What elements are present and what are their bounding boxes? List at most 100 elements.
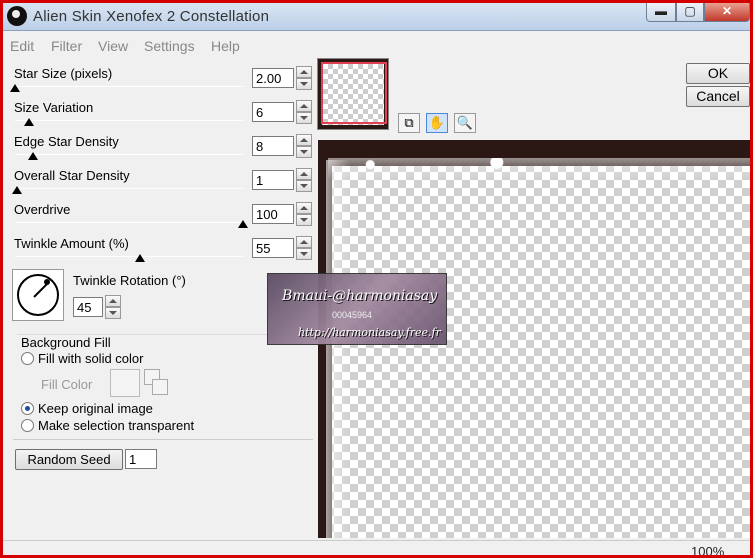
twinkle-rotation-input[interactable]: 45 xyxy=(73,297,103,317)
twinkle-rotation-label: Twinkle Rotation (°) xyxy=(73,273,186,288)
transparent-option[interactable]: Make selection transparent xyxy=(21,418,194,433)
spin-down-icon[interactable] xyxy=(296,248,312,260)
plugin-window: Alien Skin Xenofex 2 Constellation ▬ ▢ ✕… xyxy=(0,0,753,558)
color-swap-icon-back xyxy=(152,379,168,395)
zoom-level: 100% xyxy=(691,544,725,558)
overdrive-input[interactable]: 100 xyxy=(252,204,294,224)
param-label: Edge Star Density xyxy=(14,134,119,149)
maximize-button[interactable]: ▢ xyxy=(676,3,704,22)
radio-solid[interactable] xyxy=(21,352,34,365)
slider-thumb[interactable] xyxy=(10,84,20,92)
slider-track[interactable] xyxy=(15,154,243,155)
spin-down-icon[interactable] xyxy=(296,78,312,90)
param-size-variation: Size Variation 6 xyxy=(11,100,312,134)
title-bar[interactable]: Alien Skin Xenofex 2 Constellation ▬ ▢ ✕ xyxy=(3,3,750,31)
param-label: Twinkle Amount (%) xyxy=(14,236,129,251)
radio-keep[interactable] xyxy=(21,402,34,415)
hand-icon[interactable]: ✋ xyxy=(426,113,448,133)
size-variation-input[interactable]: 6 xyxy=(252,102,294,122)
spin-control[interactable] xyxy=(296,100,312,124)
menu-view[interactable]: View xyxy=(98,38,128,54)
param-star-size: Star Size (pixels) 2.00 xyxy=(10,66,312,100)
param-edge-star-density: Edge Star Density 8 xyxy=(11,134,312,168)
fill-solid-option[interactable]: Fill with solid color xyxy=(21,351,143,366)
param-label: Size Variation xyxy=(14,100,94,115)
spin-up-icon[interactable] xyxy=(296,202,312,214)
spin-control[interactable] xyxy=(296,236,312,260)
slider-thumb[interactable] xyxy=(23,118,34,126)
radio-label: Fill with solid color xyxy=(38,351,144,366)
star-frost-top xyxy=(328,158,750,180)
spin-up-icon[interactable] xyxy=(296,66,312,78)
slider-track[interactable] xyxy=(15,188,243,189)
menu-filter[interactable]: Filter xyxy=(51,38,82,54)
minimize-button[interactable]: ▬ xyxy=(646,3,676,22)
menu-edit[interactable]: Edit xyxy=(10,38,34,54)
spin-down-icon[interactable] xyxy=(296,180,312,192)
spin-up-icon[interactable] xyxy=(296,236,312,248)
spin-down-icon[interactable] xyxy=(105,307,121,319)
alien-skin-logo-icon xyxy=(7,6,27,26)
radio-label: Make selection transparent xyxy=(38,418,195,433)
twinkle-rotation-dial[interactable] xyxy=(12,269,64,321)
slider-thumb[interactable] xyxy=(28,152,39,160)
twinkle-amount-input[interactable]: 55 xyxy=(252,238,294,258)
star-frost-left xyxy=(326,160,350,538)
cancel-button[interactable]: Cancel xyxy=(686,86,750,107)
spin-control[interactable] xyxy=(105,295,121,319)
slider-thumb[interactable] xyxy=(135,254,146,262)
navigator-thumbnail[interactable] xyxy=(317,58,389,130)
window-title: Alien Skin Xenofex 2 Constellation xyxy=(33,8,270,25)
spin-control[interactable] xyxy=(296,168,312,192)
background-fill-group: Background Fill Fill with solid color Fi… xyxy=(17,334,313,438)
menu-settings[interactable]: Settings xyxy=(144,38,195,54)
radio-label: Keep original image xyxy=(38,401,153,416)
spin-control[interactable] xyxy=(296,202,312,226)
thumbnail-frame xyxy=(318,59,388,129)
spin-down-icon[interactable] xyxy=(296,112,312,124)
fill-color-swatch[interactable] xyxy=(110,369,140,397)
slider-track[interactable] xyxy=(15,86,243,87)
star-size-input[interactable]: 2.00 xyxy=(252,68,294,88)
fill-color-label: Fill Color xyxy=(41,377,93,392)
close-button[interactable]: ✕ xyxy=(704,3,750,22)
param-twinkle-amount: Twinkle Amount (%) 55 xyxy=(11,236,312,270)
slider-track[interactable] xyxy=(15,256,243,257)
slider-thumb[interactable] xyxy=(238,220,248,228)
watermark-line1: Bmaui-@harmoniasay xyxy=(282,288,438,304)
spin-up-icon[interactable] xyxy=(105,295,121,307)
magnifier-icon[interactable]: 🔍 xyxy=(454,113,476,133)
watermark-line2: 00045964 xyxy=(332,310,373,320)
spin-control[interactable] xyxy=(296,134,312,158)
param-overall-star-density: Overall Star Density 1 xyxy=(11,168,312,202)
spin-down-icon[interactable] xyxy=(296,214,312,226)
preview-compare-icon[interactable]: ⧉ xyxy=(398,113,420,133)
slider-thumb[interactable] xyxy=(12,186,23,194)
watermark-logo: Bmaui-@harmoniasay 00045964 http://harmo… xyxy=(267,273,447,345)
dial-handle[interactable] xyxy=(44,279,50,285)
group-title: Background Fill xyxy=(21,335,111,350)
spin-down-icon[interactable] xyxy=(296,146,312,158)
overall-star-density-input[interactable]: 1 xyxy=(252,170,294,190)
random-seed-input[interactable]: 1 xyxy=(125,449,157,469)
radio-transparent[interactable] xyxy=(21,419,34,432)
random-seed-button[interactable]: Random Seed xyxy=(15,449,123,470)
ok-button[interactable]: OK xyxy=(686,63,750,84)
spin-up-icon[interactable] xyxy=(296,134,312,146)
slider-track[interactable] xyxy=(15,120,243,121)
spin-up-icon[interactable] xyxy=(296,168,312,180)
keep-original-option[interactable]: Keep original image xyxy=(21,401,153,416)
param-label: Overall Star Density xyxy=(14,168,130,183)
status-bar: 100% xyxy=(3,540,750,558)
param-overdrive: Overdrive 100 xyxy=(11,202,312,236)
divider xyxy=(13,439,313,440)
spin-up-icon[interactable] xyxy=(296,100,312,112)
dial-circle xyxy=(17,274,59,316)
spin-control[interactable] xyxy=(296,66,312,90)
menu-help[interactable]: Help xyxy=(211,38,240,54)
menu-bar: Edit Filter View Settings Help xyxy=(3,32,750,58)
slider-track[interactable] xyxy=(15,222,243,223)
watermark-line3: http://harmoniasay.free.fr xyxy=(298,326,441,339)
edge-star-density-input[interactable]: 8 xyxy=(252,136,294,156)
param-label: Overdrive xyxy=(14,202,71,217)
